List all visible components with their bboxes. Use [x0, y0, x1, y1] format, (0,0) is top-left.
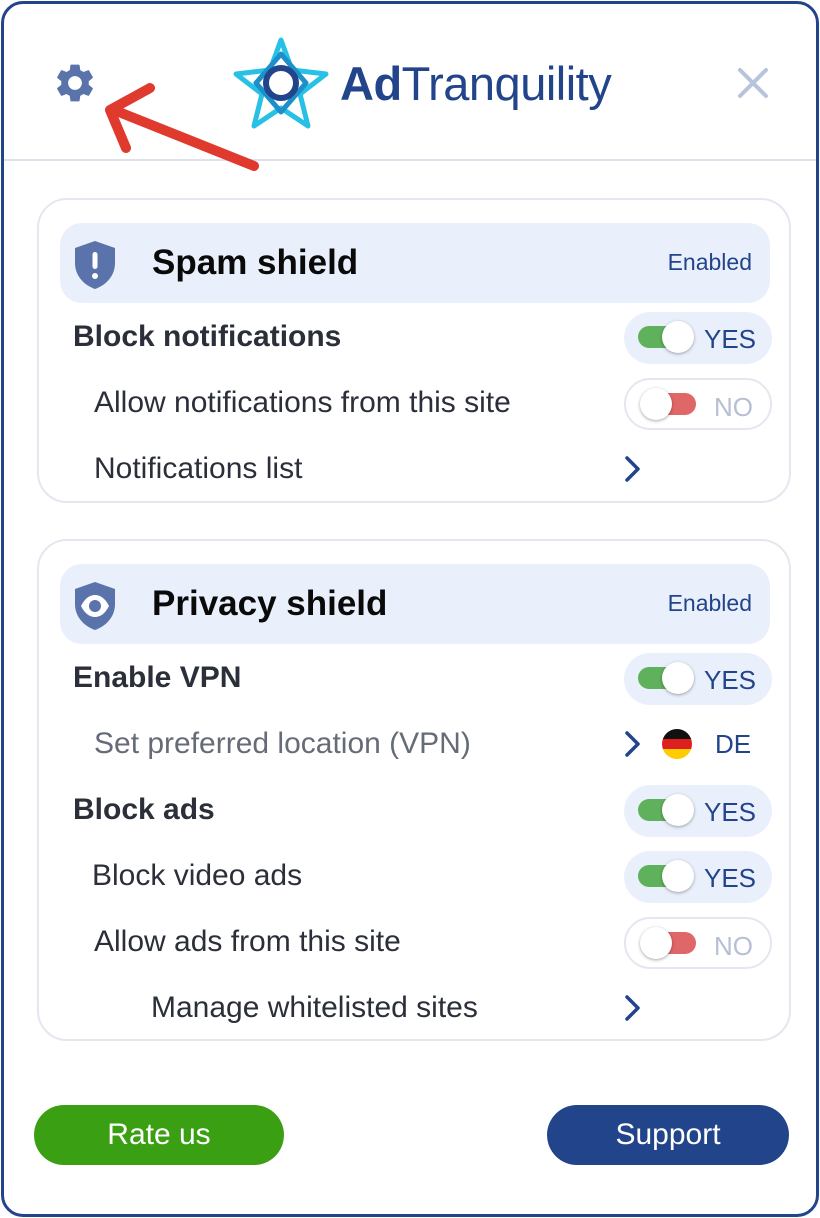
preferred-location-row[interactable]: Set preferred location (VPN) DE [39, 713, 789, 773]
spam-shield-card: Spam shield Enabled Block notifications … [37, 198, 791, 503]
allow-ads-toggle[interactable]: NO [624, 917, 772, 969]
logo-star-icon [233, 37, 329, 129]
spam-shield-header: Spam shield Enabled [60, 223, 770, 303]
allow-ads-label: Allow ads from this site [94, 925, 401, 958]
spam-shield-status: Enabled [667, 249, 752, 275]
toggle-knob [662, 860, 694, 892]
chevron-right-icon[interactable] [619, 991, 645, 1025]
chevron-right-icon[interactable] [619, 452, 645, 486]
shield-exclamation-icon [75, 241, 115, 289]
privacy-shield-header: Privacy shield Enabled [60, 564, 770, 644]
chevron-right-icon[interactable] [619, 727, 645, 761]
toggle-knob [662, 662, 694, 694]
block-video-ads-toggle[interactable]: YES [624, 851, 772, 903]
allow-notifications-row: Allow notifications from this site NO [39, 372, 789, 432]
block-notifications-toggle[interactable]: YES [624, 312, 772, 364]
block-notifications-row: Block notifications YES [39, 306, 789, 366]
allow-notifications-toggle[interactable]: NO [624, 378, 772, 430]
toggle-state: YES [704, 797, 757, 827]
block-ads-row: Block ads YES [39, 779, 789, 839]
toggle-state: YES [704, 665, 757, 695]
rate-us-button[interactable]: Rate us [34, 1105, 284, 1165]
block-ads-toggle[interactable]: YES [624, 785, 772, 837]
notifications-list-row[interactable]: Notifications list [39, 438, 789, 498]
germany-flag-icon [662, 729, 692, 759]
toggle-state: NO [714, 931, 753, 961]
toggle-state: NO [714, 392, 753, 422]
close-icon[interactable] [730, 60, 776, 106]
enable-vpn-label: Enable VPN [73, 661, 242, 694]
shield-eye-icon [75, 582, 115, 630]
manage-whitelist-row[interactable]: Manage whitelisted sites [39, 977, 789, 1037]
toggle-state: YES [704, 863, 757, 893]
brand-name-rest: Tranquility [401, 56, 612, 110]
allow-ads-row: Allow ads from this site NO [39, 911, 789, 971]
toggle-knob [640, 927, 672, 959]
block-ads-label: Block ads [73, 793, 215, 826]
manage-whitelist-label: Manage whitelisted sites [151, 991, 478, 1024]
brand-name: AdTranquility [340, 56, 612, 110]
block-video-ads-row: Block video ads YES [39, 845, 789, 905]
privacy-shield-status: Enabled [667, 590, 752, 616]
spam-shield-title: Spam shield [152, 243, 359, 282]
notifications-list-label: Notifications list [94, 452, 303, 485]
toggle-knob [662, 321, 694, 353]
privacy-shield-card: Privacy shield Enabled Enable VPN YES Se… [37, 539, 791, 1041]
gear-icon[interactable] [52, 60, 98, 106]
block-notifications-label: Block notifications [73, 320, 342, 353]
extension-popup: AdTranquility Spam shield Enabled Block … [1, 1, 819, 1217]
toggle-knob [662, 794, 694, 826]
enable-vpn-row: Enable VPN YES [39, 647, 789, 707]
privacy-shield-title: Privacy shield [152, 584, 388, 623]
block-video-ads-label: Block video ads [92, 859, 303, 892]
preferred-location-label: Set preferred location (VPN) [94, 727, 471, 760]
toggle-knob [640, 388, 672, 420]
location-country-code: DE [715, 729, 752, 759]
toggle-state: YES [704, 324, 757, 354]
support-button[interactable]: Support [547, 1105, 789, 1165]
enable-vpn-toggle[interactable]: YES [624, 653, 772, 705]
brand-name-bold: Ad [340, 56, 402, 110]
brand-logo: AdTranquility [226, 34, 612, 132]
allow-notifications-label: Allow notifications from this site [94, 386, 511, 419]
header: AdTranquility [4, 4, 816, 171]
